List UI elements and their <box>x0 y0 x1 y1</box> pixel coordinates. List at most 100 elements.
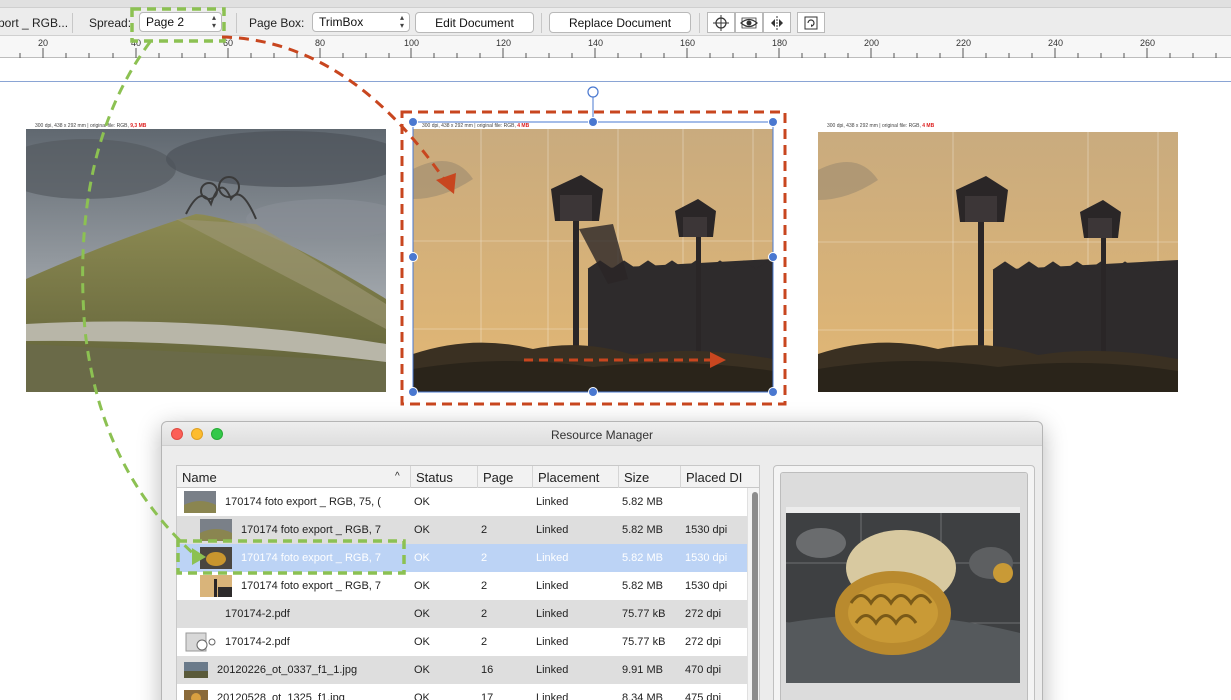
column-divider[interactable] <box>532 466 533 488</box>
row-size: 75.77 kB <box>622 636 666 648</box>
row-status: OK <box>414 524 430 536</box>
row-status: OK <box>414 580 430 592</box>
row-dpi: 1530 dpi <box>685 580 728 592</box>
ruler-label: 200 <box>864 38 880 48</box>
sort-ascending-icon[interactable]: ^ <box>395 471 400 482</box>
row-name: 170174 foto export _ RGB, 7 <box>241 580 382 592</box>
document-name: port _ RGB... <box>0 16 69 30</box>
ruler-label: 180 <box>772 38 788 48</box>
column-header-page[interactable]: Page <box>483 470 513 485</box>
ruler-ticks <box>19 48 1217 58</box>
rotate-button[interactable] <box>797 12 825 33</box>
row-placement: Linked <box>536 524 569 536</box>
resource-preview-panel <box>773 465 1035 700</box>
row-placement: Linked <box>536 636 569 648</box>
row-thumbnail <box>200 547 232 569</box>
row-status: OK <box>414 496 430 508</box>
table-row[interactable]: 170174-2.pdf OK 2 Linked 75.77 kB 272 dp… <box>177 628 747 656</box>
row-size: 5.82 MB <box>622 580 663 592</box>
table-row[interactable]: 20120226_ot_0337_f1_1.jpg OK 16 Linked 9… <box>177 656 747 684</box>
hill-photo[interactable] <box>26 129 386 392</box>
column-divider[interactable] <box>618 466 619 488</box>
row-dpi: 470 dpi <box>685 664 722 676</box>
context-toolbar: port _ RGB... Spread: Page 2 ▴ ▾ Page Box… <box>0 0 1231 36</box>
table-row[interactable]: 170174 foto export _ RGB, 7 OK 2 Linked … <box>177 516 747 544</box>
table-row[interactable]: 20120528_ot_1325_f1.jpg OK 17 Linked 8.3… <box>177 684 747 700</box>
window-title: Resource Manager <box>550 428 654 442</box>
edit-document-button[interactable]: Edit Document <box>415 12 534 33</box>
row-size: 75.77 kB <box>622 608 666 620</box>
row-dpi: 1530 dpi <box>685 552 728 564</box>
row-name: 20120528_ot_1325_f1.jpg <box>217 692 345 700</box>
toolbar-divider <box>72 13 73 33</box>
preview-frame <box>780 472 1028 700</box>
stepper-arrows-icon: ▴ ▾ <box>399 13 404 30</box>
column-header-placed-dpi[interactable]: Placed DI <box>686 470 742 485</box>
row-name: 170174 foto export _ RGB, 75, ( <box>225 496 381 508</box>
toolbar-top-strip <box>0 0 1231 8</box>
row-dpi: 272 dpi <box>685 608 722 620</box>
row-name: 170174-2.pdf <box>225 636 290 648</box>
table-row-selected[interactable]: 170174 foto export _ RGB, 7 OK 2 Linked … <box>177 544 747 572</box>
eye-button[interactable] <box>735 12 763 33</box>
row-placement: Linked <box>536 664 569 676</box>
preview-image <box>781 473 1027 700</box>
row-name: 170174 foto export _ RGB, 7 <box>241 552 382 564</box>
crosshair-button[interactable] <box>707 12 735 33</box>
table-row[interactable]: 170174-2.pdf OK 2 Linked 75.77 kB 272 dp… <box>177 600 747 628</box>
ruler-label: 100 <box>404 38 420 48</box>
birdhouse-photo[interactable] <box>818 132 1178 392</box>
flip-button[interactable] <box>763 12 791 33</box>
replace-document-button[interactable]: Replace Document <box>549 12 691 33</box>
column-header-name[interactable]: Name <box>182 470 217 485</box>
row-status: OK <box>414 636 430 648</box>
eye-icon <box>740 17 758 28</box>
page-box-label: Page Box: <box>249 16 305 30</box>
app-window: port _ RGB... Spread: Page 2 ▴ ▾ Page Box… <box>0 0 1231 700</box>
toolbar-divider <box>236 13 237 33</box>
column-divider[interactable] <box>410 466 411 488</box>
column-divider[interactable] <box>477 466 478 488</box>
birdhouse-photo-selected[interactable] <box>413 129 773 392</box>
ruler-label: 160 <box>680 38 696 48</box>
toolbar-divider <box>699 13 700 33</box>
ruler-label: 140 <box>588 38 604 48</box>
rotate-icon <box>804 16 818 29</box>
ruler-label: 120 <box>496 38 512 48</box>
window-titlebar[interactable]: Resource Manager <box>162 422 1042 446</box>
row-thumbnail <box>184 491 216 513</box>
row-thumbnail <box>200 519 232 541</box>
page-box-select[interactable]: TrimBox ▴ ▾ <box>312 12 410 32</box>
row-thumbnail <box>184 659 208 681</box>
crosshair-icon <box>713 14 729 31</box>
row-status: OK <box>414 552 430 564</box>
page-box-value: TrimBox <box>319 15 364 29</box>
row-page: 17 <box>481 692 494 700</box>
row-status: OK <box>414 664 430 676</box>
table-row[interactable]: 170174 foto export _ RGB, 7 OK 2 Linked … <box>177 572 747 600</box>
row-page: 2 <box>481 636 488 648</box>
table-row[interactable]: 170174 foto export _ RGB, 75, ( OK Linke… <box>177 488 747 516</box>
horizontal-ruler[interactable]: 20 40 60 80 100 120 140 160 180 200 220 … <box>0 36 1231 58</box>
ruler-label: 40 <box>131 38 142 48</box>
row-size: 8.34 MB <box>622 692 663 700</box>
row-page: 2 <box>481 580 488 592</box>
flip-icon <box>771 15 783 30</box>
row-name: 170174-2.pdf <box>225 608 290 620</box>
row-placement: Linked <box>536 496 569 508</box>
row-page: 2 <box>481 524 488 536</box>
ruler-label: 60 <box>223 38 234 48</box>
scrollbar-thumb[interactable] <box>752 492 758 700</box>
column-header-size[interactable]: Size <box>624 470 649 485</box>
column-header-status[interactable]: Status <box>416 470 453 485</box>
row-placement: Linked <box>536 552 569 564</box>
column-divider[interactable] <box>680 466 681 488</box>
row-page: 2 <box>481 552 488 564</box>
table-scrollbar[interactable] <box>747 488 759 700</box>
resource-manager-window: Resource Manager Name ^ Status Page Plac… <box>161 421 1043 700</box>
row-dpi: 475 dpi <box>685 692 722 700</box>
column-header-placement[interactable]: Placement <box>538 470 599 485</box>
row-name: 20120226_ot_0337_f1_1.jpg <box>217 664 358 676</box>
spread-select[interactable]: Page 2 ▴ ▾ <box>139 12 222 32</box>
ruler-label: 220 <box>956 38 972 48</box>
